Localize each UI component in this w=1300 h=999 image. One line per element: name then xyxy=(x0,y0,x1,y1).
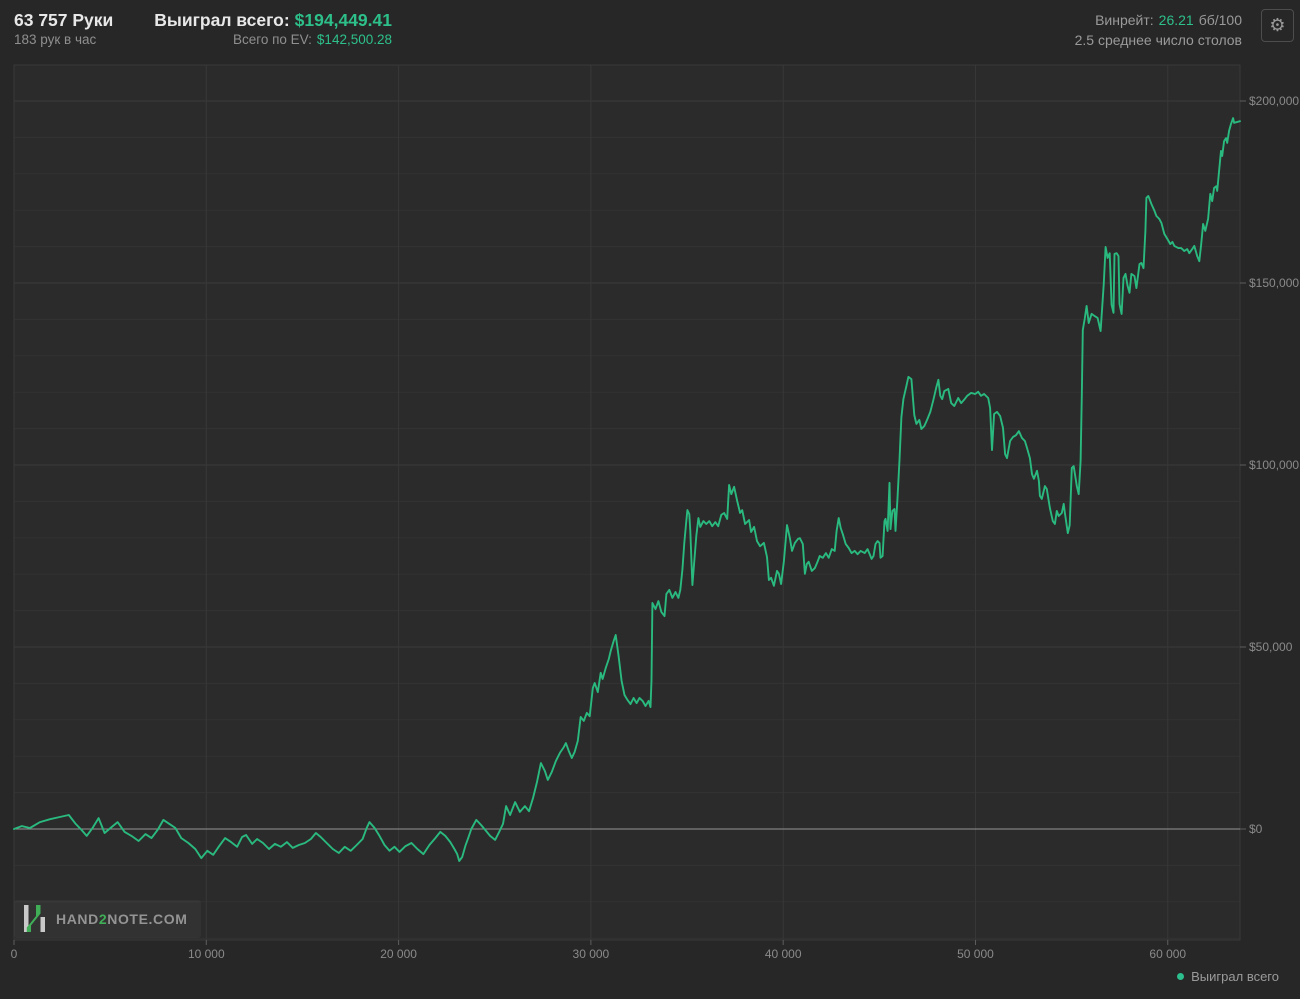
x-tick-label: 10 000 xyxy=(188,947,225,961)
y-tick-label: $0 xyxy=(1249,822,1263,836)
y-tick-label: $100,000 xyxy=(1249,458,1299,472)
won-value: $194,449.41 xyxy=(295,10,392,30)
winnings-summary: Выиграл всего: $194,449.41 Всего по EV: $1… xyxy=(148,9,392,49)
hands-summary: 63 757 Руки 183 рук в час xyxy=(14,9,113,49)
winrate-value: 26.21 xyxy=(1159,12,1194,28)
avg-tables: 2.5 среднее число столов xyxy=(1075,30,1242,50)
winrate-line: Винрейт: 26.21 бб/100 xyxy=(1075,10,1242,30)
winrate-unit: бб/100 xyxy=(1199,12,1242,28)
winrate-summary: Винрейт: 26.21 бб/100 2.5 среднее число ст… xyxy=(1075,10,1242,50)
hand2note-logo-icon xyxy=(22,904,47,933)
winnings-chart[interactable]: 0 10 000 20 000 30 000 40 000 50 000 60 000 $0 $… xyxy=(0,0,1300,999)
won-total-line: Выиграл всего: $194,449.41 xyxy=(148,9,392,31)
winrate-label: Винрейт: xyxy=(1095,12,1154,28)
ev-label: Всего по EV: xyxy=(233,32,312,47)
y-tick-label: $150,000 xyxy=(1249,276,1299,290)
hand2note-logo-text: HAND2NOTE.COM xyxy=(56,911,187,927)
logo-text-after: NOTE.COM xyxy=(107,911,187,927)
x-tick-label: 40 000 xyxy=(765,947,802,961)
ev-total-line: Всего по EV: $142,500.28 xyxy=(148,31,392,49)
x-tick-label: 50 000 xyxy=(957,947,994,961)
plot-area[interactable] xyxy=(14,65,1240,940)
hand2note-logo: HAND2NOTE.COM xyxy=(14,900,201,938)
legend-dot-icon xyxy=(1177,973,1184,980)
x-tick-label: 30 000 xyxy=(573,947,610,961)
hands-total: 63 757 Руки xyxy=(14,9,113,31)
x-tick-label: 0 xyxy=(11,947,18,961)
won-label: Выиграл всего: xyxy=(154,10,289,30)
header: 63 757 Руки 183 рук в час Выиграл всего:… xyxy=(0,0,1300,62)
legend-item-won-total[interactable]: Выиграл всего xyxy=(1177,969,1279,984)
y-tick-label: $50,000 xyxy=(1249,640,1293,654)
settings-gear-button[interactable]: ⚙ xyxy=(1261,9,1294,42)
hands-per-hour: 183 рук в час xyxy=(14,31,113,49)
ev-value: $142,500.28 xyxy=(317,32,392,47)
legend-label: Выиграл всего xyxy=(1191,969,1279,984)
y-tick-label: $200,000 xyxy=(1249,94,1299,108)
gear-icon: ⚙ xyxy=(1269,15,1285,36)
logo-text-accent: 2 xyxy=(99,911,107,927)
x-tick-label: 20 000 xyxy=(380,947,417,961)
logo-text-before: HAND xyxy=(56,911,99,927)
x-tick-label: 60 000 xyxy=(1149,947,1186,961)
